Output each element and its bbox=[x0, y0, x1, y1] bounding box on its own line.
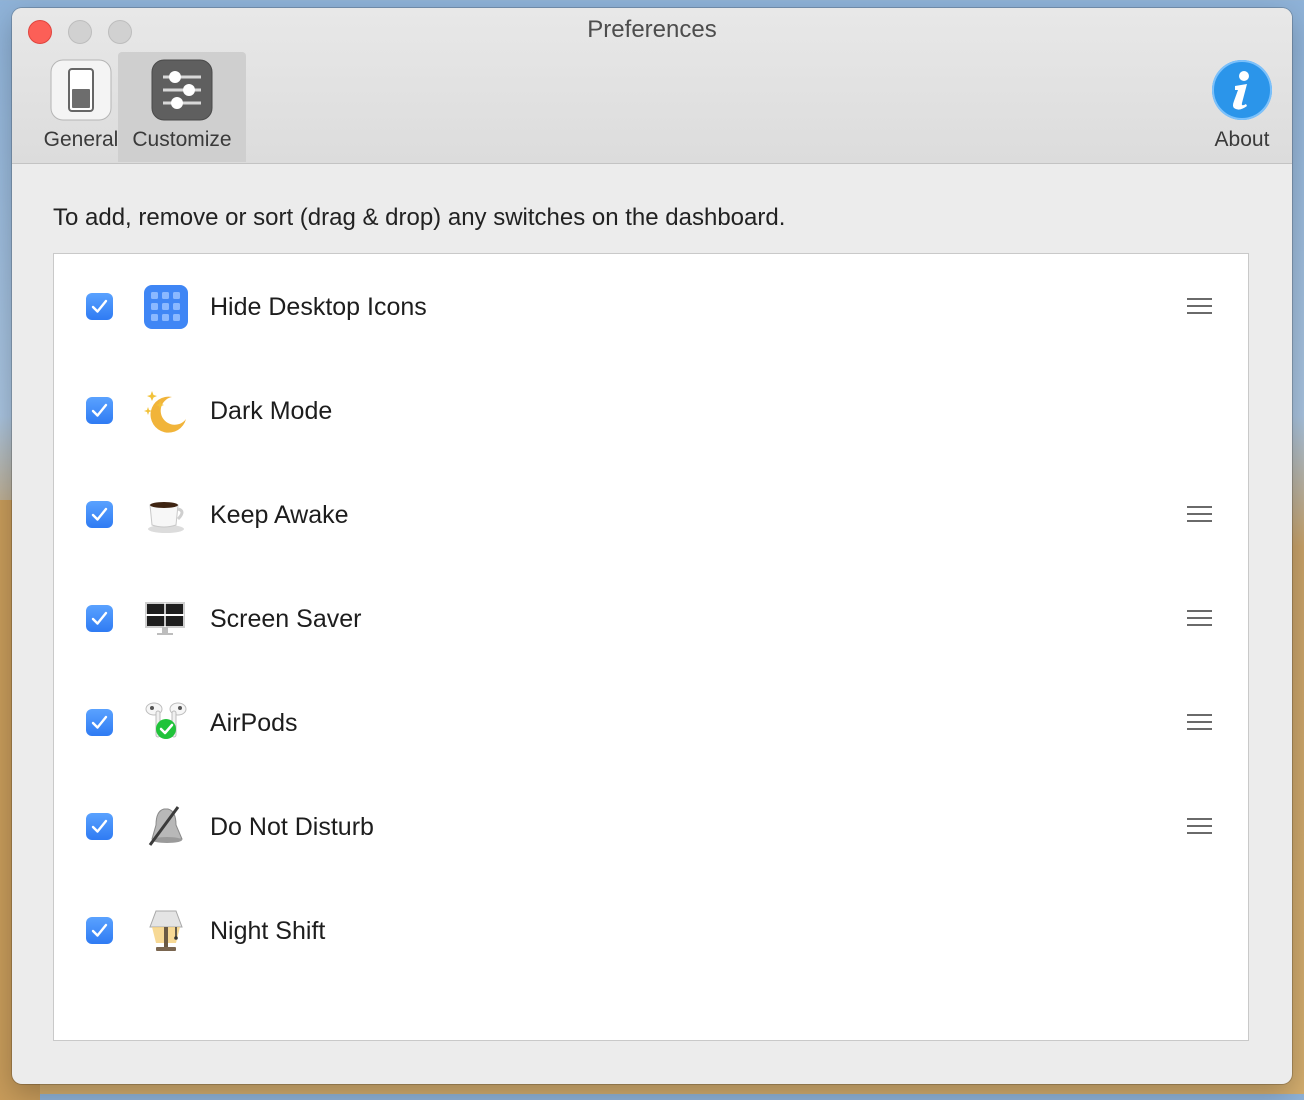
checkbox[interactable] bbox=[86, 293, 113, 320]
sliders-icon bbox=[151, 59, 213, 127]
switch-label: Dark Mode bbox=[210, 397, 333, 425]
list-item[interactable]: Night Shift bbox=[54, 901, 1250, 961]
list-item[interactable]: Screen Saver bbox=[54, 589, 1250, 649]
drag-handle-icon[interactable] bbox=[1187, 506, 1212, 524]
switch-label: Night Shift bbox=[210, 917, 326, 945]
checkbox[interactable] bbox=[86, 501, 113, 528]
muted-bell-icon bbox=[142, 803, 190, 851]
toolbar: Preferences General Customize About bbox=[12, 8, 1292, 164]
tab-customize[interactable]: Customize bbox=[118, 52, 246, 162]
drag-handle-icon[interactable] bbox=[1187, 298, 1212, 316]
drag-handle-icon[interactable] bbox=[1187, 714, 1212, 732]
window-title: Preferences bbox=[587, 16, 717, 43]
switch-label: Screen Saver bbox=[210, 605, 362, 633]
switch-label: Keep Awake bbox=[210, 501, 349, 529]
drag-handle-icon[interactable] bbox=[1187, 610, 1212, 628]
list-item[interactable]: Keep Awake bbox=[54, 485, 1250, 545]
info-icon bbox=[1211, 59, 1273, 127]
switch-list: Hide Desktop Icons Dark Mode Keep Awake … bbox=[53, 253, 1249, 1041]
checkbox[interactable] bbox=[86, 709, 113, 736]
airpods-icon bbox=[142, 699, 190, 747]
switch-label: Hide Desktop Icons bbox=[210, 293, 427, 321]
monitor-icon bbox=[142, 595, 190, 643]
desktop-grid-icon bbox=[142, 283, 190, 331]
checkbox[interactable] bbox=[86, 605, 113, 632]
switch-icon bbox=[50, 59, 112, 127]
lamp-icon bbox=[142, 907, 190, 955]
preferences-window: Preferences General Customize About To a… bbox=[12, 8, 1292, 1084]
tab-about[interactable]: About bbox=[1202, 52, 1282, 162]
instruction-text: To add, remove or sort (drag & drop) any… bbox=[53, 204, 786, 231]
switch-label: Do Not Disturb bbox=[210, 813, 374, 841]
moon-icon bbox=[142, 387, 190, 435]
tab-about-label: About bbox=[1214, 128, 1270, 151]
switch-label: AirPods bbox=[210, 709, 298, 737]
coffee-cup-icon bbox=[142, 491, 190, 539]
checkbox[interactable] bbox=[86, 813, 113, 840]
tab-customize-label: Customize bbox=[132, 128, 232, 151]
list-item[interactable]: Do Not Disturb bbox=[54, 797, 1250, 857]
list-item[interactable]: Dark Mode bbox=[54, 381, 1250, 441]
checkbox[interactable] bbox=[86, 917, 113, 944]
drag-handle-icon[interactable] bbox=[1187, 818, 1212, 836]
list-item[interactable]: AirPods bbox=[54, 693, 1250, 753]
checkbox[interactable] bbox=[86, 397, 113, 424]
list-item[interactable]: Hide Desktop Icons bbox=[54, 277, 1250, 337]
